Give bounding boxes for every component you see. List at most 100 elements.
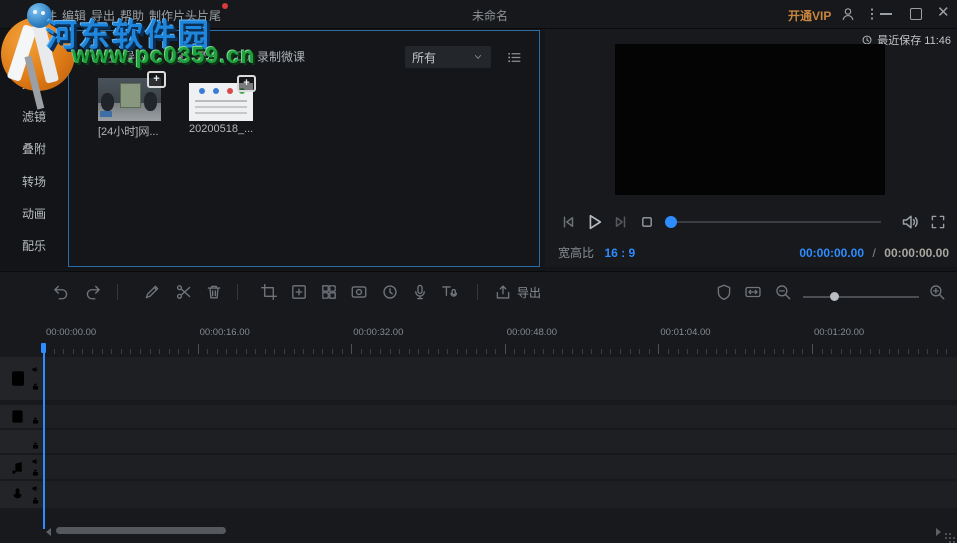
music-track-header[interactable] (0, 455, 44, 479)
add-to-timeline-button[interactable]: + (147, 71, 166, 88)
screen-record-icon (235, 49, 251, 65)
previous-frame-button[interactable] (558, 212, 578, 232)
text-track-header[interactable] (0, 430, 44, 453)
volume-icon[interactable] (900, 212, 920, 232)
voiceover-track-header[interactable] (0, 481, 44, 508)
mute-track-icon[interactable] (31, 484, 40, 493)
toolbar-divider (117, 284, 118, 300)
record-screen-button[interactable]: 录制微课 (235, 48, 305, 65)
scroll-right-arrow[interactable] (936, 528, 941, 536)
timeline-section: 导出 00:00:00.0000:00:16.0000:00:32.0000:0… (0, 271, 957, 543)
export-label: 导出 (517, 284, 541, 301)
stop-button[interactable] (638, 213, 656, 231)
voiceover-track-lane[interactable] (44, 481, 957, 508)
vip-button[interactable]: 开通VIP (788, 7, 831, 24)
mute-track-icon[interactable] (31, 457, 40, 466)
play-button[interactable] (583, 211, 605, 233)
split-icon[interactable] (175, 283, 193, 301)
menu-export[interactable]: 导出 (91, 7, 115, 24)
lock-track-icon[interactable] (31, 382, 40, 391)
record-screen-label: 录制微课 (257, 48, 305, 65)
aspect-ratio[interactable]: 宽高比 16 : 9 (558, 244, 635, 262)
freeze-frame-icon[interactable] (350, 283, 368, 301)
export-icon (494, 283, 512, 301)
menu-file[interactable]: 文件 (33, 7, 57, 24)
ruler-label: 00:01:20.00 (814, 327, 864, 338)
toolbar-divider (477, 284, 478, 300)
voiceover-icon[interactable] (411, 283, 429, 301)
text-track-lane[interactable] (44, 430, 957, 453)
seek-bar[interactable] (665, 221, 881, 223)
sidebar-item-music[interactable]: 配乐 (0, 237, 68, 254)
menu-help[interactable]: 帮助 (120, 7, 144, 24)
sidebar-item-filters[interactable]: 滤镜 (0, 108, 68, 125)
import-icon (101, 49, 117, 65)
undo-icon[interactable] (52, 283, 70, 301)
text-to-speech-icon[interactable] (440, 283, 458, 301)
scroll-left-arrow[interactable] (46, 528, 51, 536)
ruler-label: 00:00:16.00 (200, 327, 250, 338)
import-button[interactable]: 导入 (101, 48, 147, 65)
aspect-ratio-label: 宽高比 (558, 246, 594, 260)
menu-intro-outro[interactable]: 制作片头片尾 (149, 7, 221, 24)
timecode: 00:00:00.00 / 00:00:00.00 (799, 244, 949, 262)
video-viewport (615, 44, 885, 195)
timeline-zoom-slider[interactable] (803, 296, 919, 298)
fit-timeline-icon[interactable] (744, 283, 762, 301)
zoom-clip-icon[interactable] (290, 283, 308, 301)
resize-grip[interactable] (945, 533, 947, 535)
mosaic-icon[interactable] (320, 283, 338, 301)
edit-icon[interactable] (143, 283, 161, 301)
playhead-line[interactable] (43, 344, 45, 529)
timeline-ruler-labels: 00:00:00.0000:00:16.0000:00:32.0000:00:4… (0, 327, 957, 341)
fullscreen-icon[interactable] (929, 213, 947, 231)
timeline-ruler-ticks[interactable] (0, 342, 957, 354)
anchor-right (144, 92, 157, 111)
mute-track-icon[interactable] (31, 365, 40, 374)
close-button[interactable]: ✕ (937, 3, 950, 21)
ruler-label: 00:01:04.00 (660, 327, 710, 338)
seek-handle[interactable] (665, 216, 677, 228)
lock-track-icon[interactable] (31, 441, 40, 450)
zoom-out-icon[interactable] (774, 283, 792, 301)
lock-track-icon[interactable] (31, 496, 40, 505)
minimize-button[interactable] (880, 13, 892, 15)
account-icon[interactable] (840, 6, 856, 22)
titlebar: 文件 编辑 导出 帮助 制作片头片尾 未命名 开通VIP ✕ (0, 0, 957, 29)
lock-track-icon[interactable] (31, 416, 40, 425)
zoom-in-icon[interactable] (928, 283, 946, 301)
add-to-timeline-button[interactable]: + (237, 75, 256, 92)
list-view-icon[interactable] (506, 49, 523, 66)
lock-track-icon[interactable] (31, 468, 40, 477)
ruler-label: 00:00:48.00 (507, 327, 557, 338)
music-track-lane[interactable] (44, 455, 957, 479)
anchor-left (101, 93, 114, 111)
more-menu-icon[interactable] (864, 6, 880, 22)
scrollbar-thumb[interactable] (56, 527, 226, 534)
record-button[interactable]: 录制 (173, 48, 219, 65)
current-time: 00:00:00.00 (799, 246, 864, 260)
media-item-name: 20200518_... (189, 123, 253, 135)
pip-track-lane[interactable] (44, 405, 957, 428)
redo-icon[interactable] (84, 283, 102, 301)
speed-icon[interactable] (381, 283, 399, 301)
export-button[interactable]: 导出 (494, 283, 541, 301)
sidebar: 文字 滤镜 叠附 转场 动画 配乐 (0, 29, 68, 268)
sidebar-item-text[interactable]: 文字 (0, 75, 68, 92)
sidebar-item-transitions[interactable]: 转场 (0, 173, 68, 190)
video-track-lane[interactable] (44, 357, 957, 400)
timeline-scrollbar[interactable] (0, 527, 957, 537)
chevron-down-icon (472, 51, 484, 63)
magnet-snap-icon[interactable] (715, 283, 733, 301)
media-filter-dropdown[interactable]: 所有 (405, 46, 491, 68)
sidebar-item-animation[interactable]: 动画 (0, 205, 68, 222)
delete-icon[interactable] (205, 283, 223, 301)
crop-icon[interactable] (260, 283, 278, 301)
timeline-zoom-handle[interactable] (830, 292, 839, 301)
sidebar-item-overlays[interactable]: 叠附 (0, 140, 68, 157)
menu-edit[interactable]: 编辑 (62, 7, 86, 24)
video-track-header[interactable] (0, 357, 44, 400)
pip-track-header[interactable] (0, 405, 44, 428)
maximize-button[interactable] (910, 8, 922, 20)
next-frame-button[interactable] (611, 212, 631, 232)
